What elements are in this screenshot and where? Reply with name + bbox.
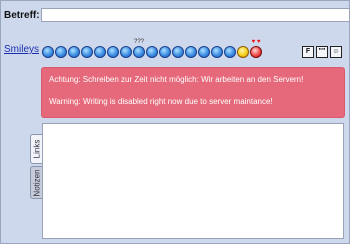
smiley-bar: ??? ♥ ♥	[42, 39, 262, 60]
headphones-icon[interactable]	[81, 46, 93, 58]
tab-links-label: Links	[32, 139, 41, 159]
tired-icon[interactable]	[224, 46, 236, 58]
subject-label: Betreff:	[4, 10, 40, 21]
smiley-decoration: ♥ ♥	[251, 39, 261, 45]
subject-input[interactable]	[41, 8, 350, 22]
subject-row: Betreff:	[1, 8, 350, 24]
wink-icon[interactable]	[159, 46, 171, 58]
tab-notes[interactable]: Notizen	[30, 166, 42, 199]
sad-icon[interactable]	[94, 46, 106, 58]
cool-icon[interactable]	[198, 46, 210, 58]
neutral-icon[interactable]	[185, 46, 197, 58]
sunglasses-icon[interactable]	[120, 46, 132, 58]
format-quote-button[interactable]: ""	[316, 46, 328, 58]
confused-icon[interactable]: ???	[133, 39, 145, 58]
tongue-icon[interactable]	[107, 46, 119, 58]
grin-icon[interactable]	[55, 46, 67, 58]
smileys-link[interactable]: Smileys	[4, 44, 39, 55]
love-smiley-icon[interactable]: ♥ ♥	[250, 39, 262, 58]
smile-icon[interactable]	[42, 46, 54, 58]
laugh-icon[interactable]	[68, 46, 80, 58]
angry-icon[interactable]	[146, 46, 158, 58]
surprised-icon[interactable]	[172, 46, 184, 58]
compose-panel: Betreff: Smileys ??? ♥ ♥ F "" ☺ Achtung: Sc…	[0, 0, 350, 244]
tab-notes-label: Notizen	[32, 168, 41, 197]
yellow-smiley-icon[interactable]	[237, 46, 249, 58]
alert-message-de: Achtung: Schreiben zur Zeit nicht möglic…	[49, 75, 304, 84]
alert-message-en: Warning: Writing is disabled right now d…	[49, 97, 273, 106]
smiley-decoration: ???	[133, 39, 145, 45]
format-toolbar: F "" ☺	[302, 46, 342, 58]
tab-links[interactable]: Links	[30, 134, 42, 164]
format-emoji-button[interactable]: ☺	[330, 46, 342, 58]
smileys-row: Smileys ??? ♥ ♥ F "" ☺	[1, 39, 350, 65]
format-f-button[interactable]: F	[302, 46, 314, 58]
message-textarea[interactable]	[42, 123, 344, 239]
blush-icon[interactable]	[211, 46, 223, 58]
maintenance-alert: Achtung: Schreiben zur Zeit nicht möglic…	[42, 68, 344, 117]
